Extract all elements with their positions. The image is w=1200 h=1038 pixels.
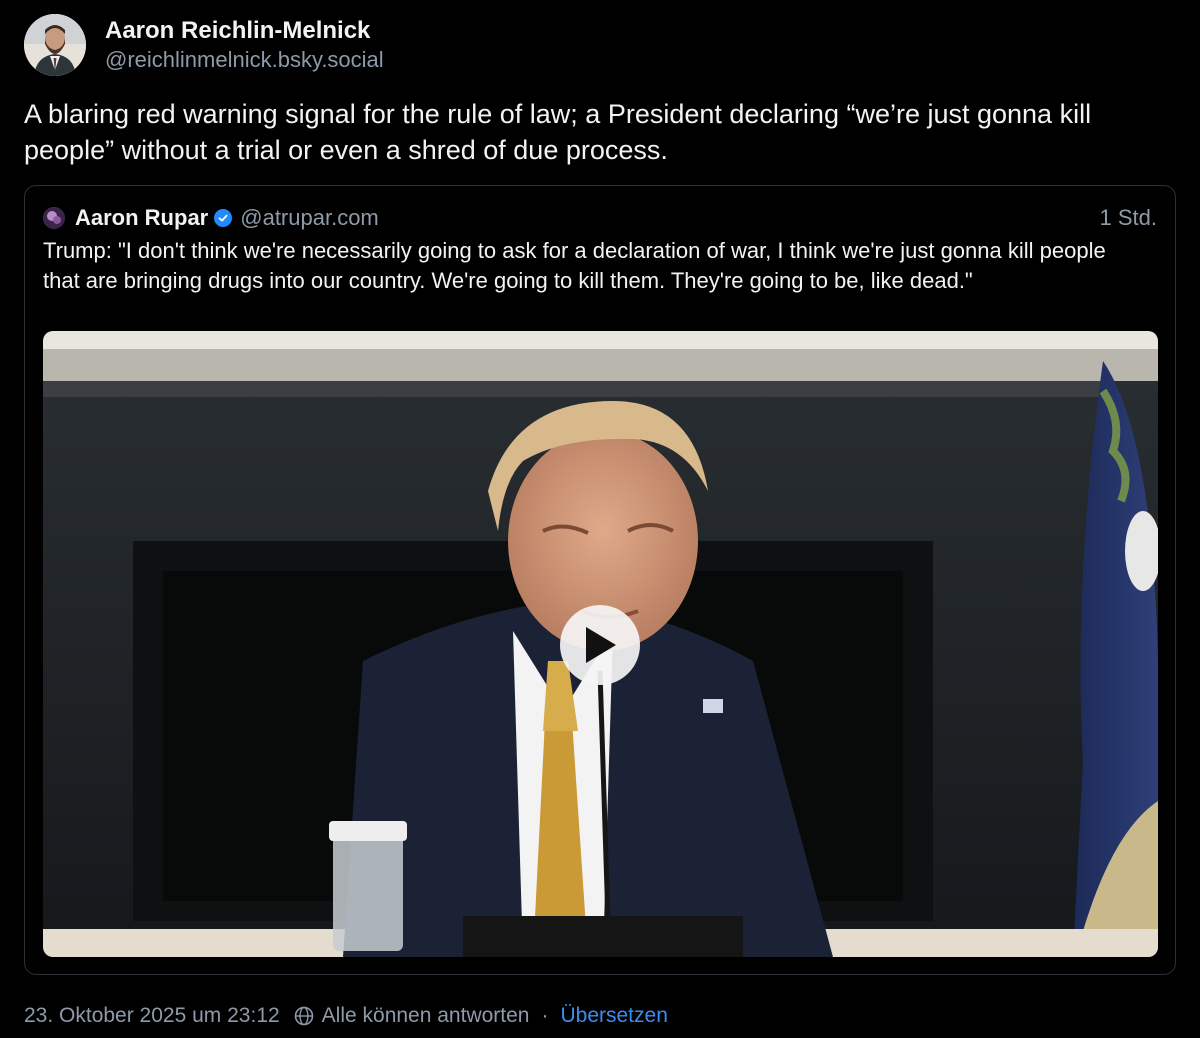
post: Aaron Reichlin-Melnick @reichlinmelnick.… [0,0,1200,1038]
quoted-post-text: Trump: "I don't think we're necessarily … [43,238,1106,293]
footer-separator: · [541,1004,549,1027]
author-display-name[interactable]: Aaron Reichlin-Melnick [105,16,384,46]
quoted-post-time[interactable]: 1 Std. [1100,205,1157,231]
post-footer: 23. Oktober 2025 um 23:12 Alle können an… [24,1002,668,1030]
author-handle[interactable]: @reichlinmelnick.bsky.social [105,46,384,74]
globe-icon [294,1006,314,1026]
translate-link[interactable]: Übersetzen [560,1004,667,1028]
post-author[interactable]: Aaron Reichlin-Melnick @reichlinmelnick.… [24,14,384,76]
post-text: A blaring red warning signal for the rul… [24,99,1092,165]
post-timestamp[interactable]: 23. Oktober 2025 um 23:12 [24,1004,280,1028]
video-player[interactable] [43,331,1158,957]
play-icon [586,627,616,663]
quoted-author-avatar[interactable] [43,207,65,229]
quoted-post[interactable]: Aaron Rupar @atrupar.com 1 Std. Trump: "… [24,185,1176,975]
reply-setting[interactable]: Alle können antworten [322,1004,530,1028]
quoted-author-name[interactable]: Aaron Rupar [75,205,208,231]
author-avatar[interactable] [24,14,86,76]
quoted-author-handle[interactable]: @atrupar.com [240,205,379,231]
quoted-post-header: Aaron Rupar @atrupar.com 1 Std. [43,204,1157,232]
play-button[interactable] [560,605,640,685]
verified-badge-icon [214,209,233,227]
